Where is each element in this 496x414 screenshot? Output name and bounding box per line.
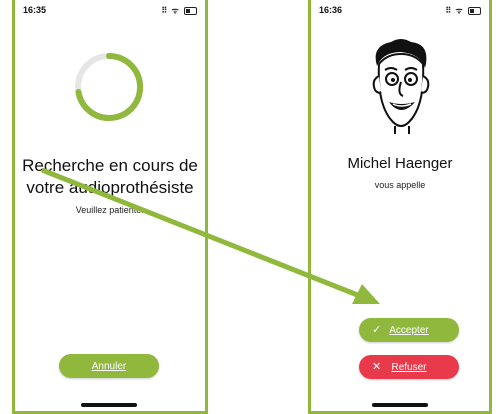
accept-button-label: Accepter — [389, 324, 429, 336]
cancel-button[interactable]: Annuler — [59, 354, 159, 378]
signal-wifi-icon: ⠿ ᯤ — [445, 6, 464, 15]
right-phone-screen: 16:36 ⠿ ᯤ Michel Haenger vous appelle ✓ … — [308, 0, 492, 414]
caller-avatar-icon — [363, 36, 439, 134]
battery-icon — [184, 6, 197, 15]
status-time: 16:36 — [319, 5, 343, 15]
search-status-title: Recherche en cours de votre audioprothés… — [22, 156, 198, 197]
home-indicator — [81, 403, 137, 407]
cancel-button-label: Annuler — [91, 360, 127, 372]
battery-icon — [468, 6, 481, 15]
search-status-subtitle: Veuillez patienter — [75, 205, 145, 215]
accept-call-button[interactable]: ✓ Accepter — [359, 318, 459, 342]
decline-button-label: Refuser — [391, 361, 427, 373]
loading-spinner-icon — [72, 50, 146, 124]
status-bar: 16:35 ⠿ ᯤ — [15, 4, 205, 18]
status-icons: ⠿ ᯤ — [161, 5, 197, 16]
check-icon: ✓ — [372, 324, 382, 336]
status-time: 16:35 — [23, 5, 47, 15]
caller-name: Michel Haenger — [347, 155, 453, 172]
home-indicator — [372, 403, 428, 407]
close-icon: ✕ — [372, 361, 382, 373]
signal-wifi-icon: ⠿ ᯤ — [161, 6, 180, 15]
status-icons: ⠿ ᯤ — [445, 5, 481, 16]
left-phone-screen: 16:35 ⠿ ᯤ Recherche en cours de votre au… — [12, 0, 208, 414]
status-bar: 16:36 ⠿ ᯤ — [311, 4, 489, 18]
call-subtitle: vous appelle — [374, 180, 426, 190]
decline-call-button[interactable]: ✕ Refuser — [359, 355, 459, 379]
